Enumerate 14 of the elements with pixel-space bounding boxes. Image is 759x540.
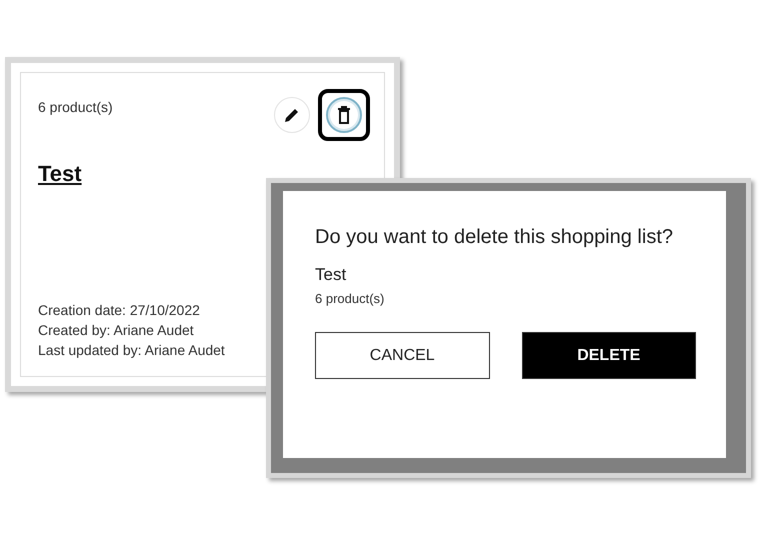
meta-text: Creation date: 27/10/2022 bbox=[38, 302, 201, 318]
list-name: Test bbox=[315, 265, 348, 285]
meta-text: Last updated by: Ariane Audet bbox=[38, 342, 226, 358]
delete-button[interactable]: DELETE bbox=[522, 332, 696, 379]
edit-button[interactable] bbox=[274, 97, 310, 133]
meta-text: Created by: Ariane Audet bbox=[38, 322, 195, 338]
product-count: 6 product(s) bbox=[38, 99, 113, 115]
dialog-question: Do you want to delete this shopping list? bbox=[315, 225, 674, 250]
list-title[interactable]: Test bbox=[38, 161, 82, 187]
product-count: 6 product(s) bbox=[315, 291, 386, 306]
cancel-button[interactable]: CANCEL bbox=[315, 332, 490, 379]
delete-button[interactable] bbox=[326, 97, 362, 133]
pencil-icon bbox=[283, 106, 301, 124]
trash-icon bbox=[337, 106, 351, 124]
